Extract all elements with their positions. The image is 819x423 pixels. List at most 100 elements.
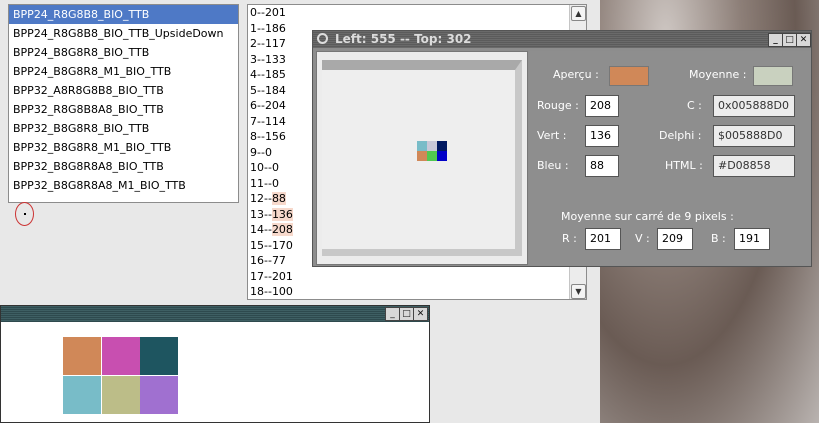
r-label: R : (562, 232, 577, 245)
palette-close-button[interactable]: ✕ (413, 307, 428, 321)
byte-value: 88 (271, 192, 286, 205)
byte-index: 6-- (250, 99, 265, 112)
byte-index: 17-- (250, 269, 272, 283)
palette-color-cell[interactable] (140, 375, 178, 414)
format-item[interactable]: BPP32_B8G8R8_BIO_TTB (9, 119, 238, 138)
apercu-swatch (609, 66, 649, 86)
byte-value: 208 (271, 223, 293, 236)
v-label: V : (635, 232, 650, 245)
moyenne-swatch (753, 66, 793, 86)
format-item[interactable]: BPP24_B8G8R8_BIO_TTB (9, 43, 238, 62)
scroll-down-button[interactable]: ▼ (571, 284, 586, 299)
zoom-area[interactable] (316, 51, 528, 265)
byte-index: 1-- (250, 21, 265, 35)
rouge-label: Rouge : (537, 99, 579, 112)
format-item[interactable]: BPP32_B8G8R8_M1_BIO_TTB (9, 138, 238, 157)
format-item[interactable]: BPP24_R8G8B8_BIO_TTB_UpsideDown (9, 24, 238, 43)
byte-value: 201 (264, 6, 286, 19)
b-field[interactable]: 191 (734, 228, 770, 250)
info-panel: Aperçu : Moyenne : Rouge : 208 C : 0x005… (529, 51, 811, 265)
zoom-pixel (427, 141, 437, 151)
palette-window: _ □ ✕ (0, 305, 430, 423)
html-label: HTML : (665, 159, 703, 172)
byte-value: 170 (271, 238, 293, 252)
byte-index: 12-- (250, 192, 272, 205)
byte-index: 3-- (250, 52, 265, 66)
format-item[interactable]: BPP32_B8G8R8A8_M1_BIO_TTB (9, 176, 238, 195)
b-label: B : (711, 232, 726, 245)
palette-color-cell[interactable] (63, 337, 101, 375)
byte-value: 136 (271, 207, 293, 221)
byte-index: 18-- (250, 285, 272, 298)
byte-index: 2-- (250, 37, 265, 50)
rouge-field[interactable]: 208 (585, 95, 619, 117)
html-field[interactable]: #D08858 (713, 155, 795, 177)
byte-row[interactable]: 18--100 (248, 284, 586, 299)
format-item[interactable]: BPP24_R8G8B8_BIO_TTB (9, 5, 238, 24)
palette-color-cell[interactable] (101, 337, 140, 375)
maximize-button[interactable]: □ (782, 33, 797, 47)
format-item[interactable]: BPP32_R8G8B8A8_BIO_TTB (9, 100, 238, 119)
close-button[interactable]: ✕ (796, 33, 811, 47)
byte-index: 14-- (250, 223, 272, 236)
byte-index: 9-- (250, 145, 265, 159)
vert-field[interactable]: 136 (585, 125, 619, 147)
format-item[interactable]: BPP32_A8R8G8B8_BIO_TTB (9, 81, 238, 100)
scroll-up-button[interactable]: ▲ (571, 6, 586, 21)
byte-value: 117 (264, 37, 286, 50)
palette-color-cell[interactable] (63, 375, 101, 414)
byte-value: 156 (264, 130, 286, 143)
zoom-pixel (427, 151, 437, 161)
picker-titlebar[interactable]: Left: 555 -- Top: 302 _ □ ✕ (313, 31, 811, 48)
byte-value: 0 (271, 176, 279, 190)
zoom-pixel (417, 141, 427, 151)
magnifier-icon (317, 33, 328, 44)
byte-index: 13-- (250, 207, 272, 221)
byte-index: 8-- (250, 130, 265, 143)
palette-titlebar[interactable]: _ □ ✕ (1, 306, 429, 322)
byte-value: 77 (271, 254, 286, 267)
color-picker-window: Left: 555 -- Top: 302 _ □ ✕ Aperçu : Moy… (312, 30, 812, 267)
delphi-label: Delphi : (659, 129, 702, 142)
c-label: C : (687, 99, 702, 112)
average-caption: Moyenne sur carré de 9 pixels : (561, 210, 734, 223)
minimize-button[interactable]: _ (768, 33, 783, 47)
byte-index: 5-- (250, 83, 265, 97)
palette-maximize-button[interactable]: □ (399, 307, 414, 321)
zoom-canvas (322, 60, 522, 256)
v-field[interactable]: 209 (657, 228, 693, 250)
byte-value: 100 (271, 285, 293, 298)
byte-value: 184 (264, 83, 286, 97)
byte-value: 185 (264, 68, 286, 81)
c-field[interactable]: 0x005888D0 (713, 95, 795, 117)
format-item[interactable]: BPP32_B8G8R8A8_BIO_TTB (9, 157, 238, 176)
byte-value: 0 (271, 161, 279, 174)
byte-index: 10-- (250, 161, 272, 174)
r-field[interactable]: 201 (585, 228, 621, 250)
byte-row[interactable]: 19--84 (248, 300, 586, 301)
picker-title: Left: 555 -- Top: 302 (335, 32, 472, 46)
pixel-marker-dot (24, 213, 26, 215)
format-list[interactable]: BPP24_R8G8B8_BIO_TTB BPP24_R8G8B8_BIO_TTB… (8, 4, 239, 203)
palette-color-cell[interactable] (101, 375, 140, 414)
byte-index: 0-- (250, 6, 265, 19)
byte-row[interactable]: 17--201 (248, 269, 586, 285)
delphi-field[interactable]: $005888D0 (713, 125, 795, 147)
byte-value: 201 (271, 269, 293, 283)
byte-value: 186 (264, 21, 286, 35)
byte-value: 133 (264, 52, 286, 66)
byte-row[interactable]: 0--201 (248, 5, 586, 21)
zoom-pixel (437, 141, 447, 151)
bleu-label: Bleu : (537, 159, 569, 172)
format-item[interactable]: BPP24_B8G8R8_M1_BIO_TTB (9, 62, 238, 81)
byte-index: 11-- (250, 176, 272, 190)
byte-index: 7-- (250, 114, 265, 128)
palette-color-cell[interactable] (140, 337, 178, 375)
byte-value: 0 (264, 145, 272, 159)
zoom-pixel (437, 151, 447, 161)
palette-minimize-button[interactable]: _ (385, 307, 400, 321)
byte-index: 16-- (250, 254, 272, 267)
bleu-field[interactable]: 88 (585, 155, 619, 177)
byte-index: 4-- (250, 68, 265, 81)
byte-value: 114 (264, 114, 286, 128)
